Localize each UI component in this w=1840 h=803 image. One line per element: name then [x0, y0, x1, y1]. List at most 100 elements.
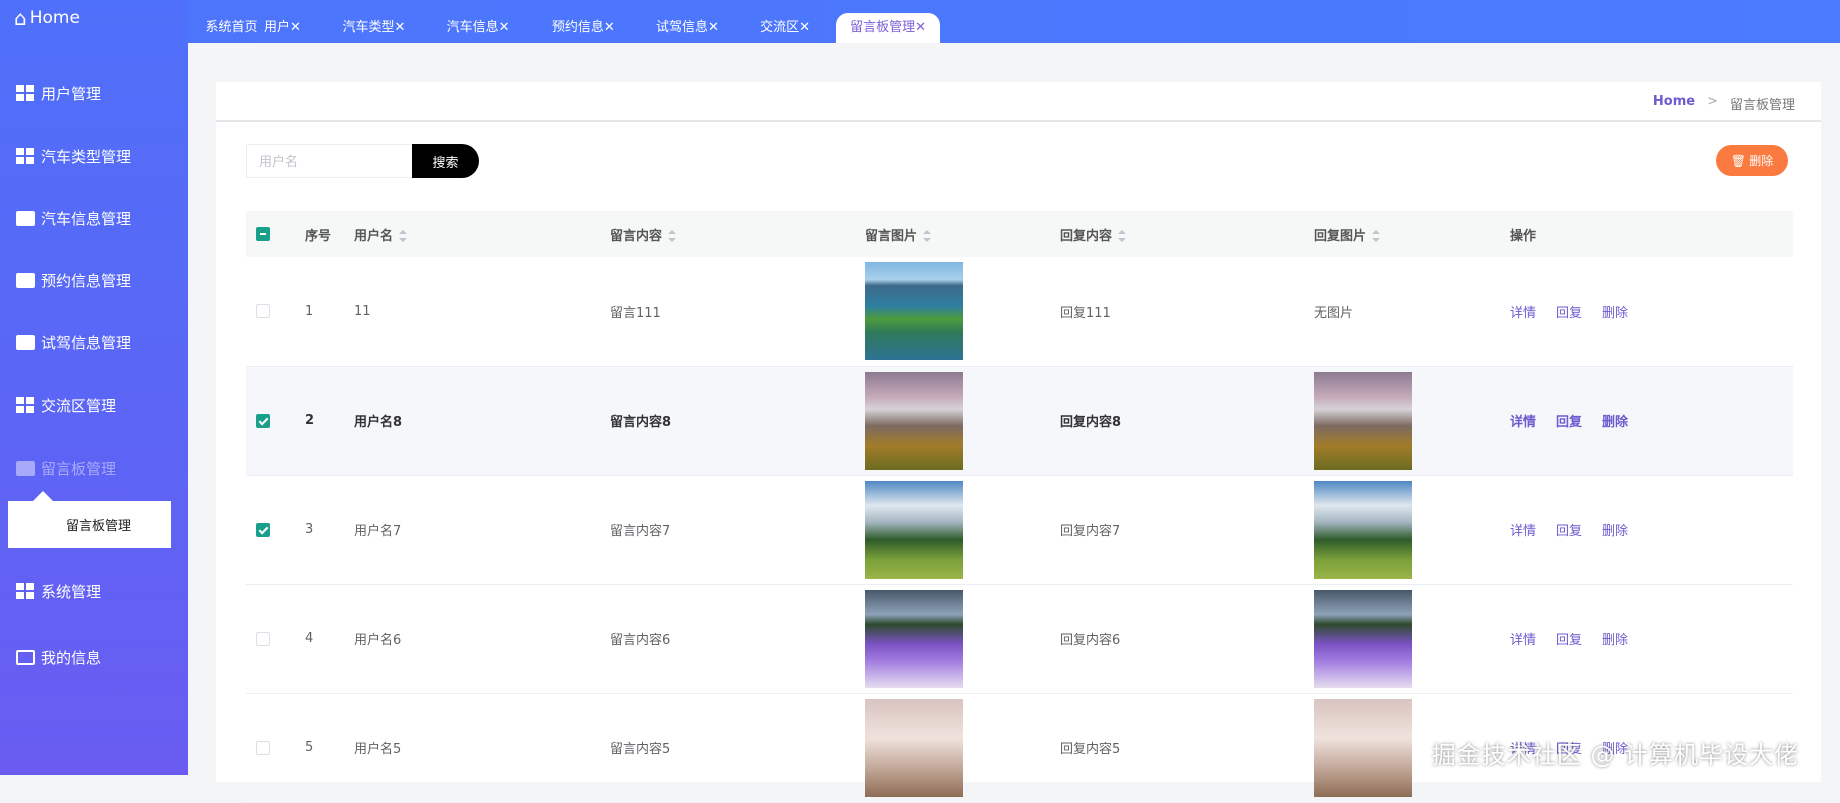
message-content-cell: 留言内容5 — [610, 742, 671, 757]
sidebar-item-6[interactable]: 留言板管理 — [16, 458, 116, 479]
select-all-checkbox[interactable] — [256, 227, 270, 241]
sidebar-item-label: 用户管理 — [41, 85, 102, 103]
sort-icon[interactable] — [1118, 230, 1127, 242]
breadcrumb: Home > 留言板管理 — [1653, 94, 1795, 113]
tab-6[interactable]: 交流区✕ — [760, 13, 810, 43]
column-header[interactable]: 留言图片 — [855, 211, 1050, 257]
delete-link[interactable]: 删除 — [1602, 415, 1628, 430]
grid-icon — [16, 85, 35, 102]
message-content-cell: 留言111 — [610, 305, 661, 321]
reply-link[interactable]: 回复 — [1556, 633, 1582, 648]
sidebar-item-label: 系统管理 — [41, 583, 102, 601]
sidebar-item-label: 交流区管理 — [41, 397, 117, 415]
column-header[interactable]: 留言内容 — [600, 211, 855, 257]
sidebar-item-label: 汽车信息管理 — [41, 210, 132, 228]
reply-link[interactable]: 回复 — [1556, 306, 1582, 321]
row-number: 2 — [305, 413, 315, 428]
row-number: 4 — [305, 631, 314, 646]
reply-link[interactable]: 回复 — [1556, 524, 1582, 539]
sidebar-item-2[interactable]: 汽车信息管理 — [16, 208, 131, 229]
row-checkbox[interactable] — [256, 740, 270, 755]
column-header[interactable]: 回复图片 — [1304, 211, 1500, 257]
row-number: 1 — [305, 303, 314, 319]
message-image[interactable] — [865, 698, 963, 797]
bar-chart-icon — [16, 461, 35, 476]
table-row: 3 用户名7 留言内容7 回复内容7 详情 回复 删除 — [246, 475, 1793, 585]
home-logo[interactable]: ⌂ Home — [14, 6, 80, 30]
reply-link[interactable]: 回复 — [1556, 415, 1582, 430]
row-checkbox[interactable] — [256, 304, 270, 319]
sidebar-item-label: 汽车类型管理 — [41, 148, 132, 166]
sidebar-item-3[interactable]: 预约信息管理 — [16, 270, 131, 291]
row-checkbox[interactable] — [256, 631, 270, 646]
message-image[interactable] — [865, 480, 963, 579]
message-content-cell: 留言内容6 — [610, 633, 671, 648]
reply-image[interactable] — [1314, 698, 1412, 797]
delete-link[interactable]: 删除 — [1602, 524, 1628, 539]
breadcrumb-separator: > — [1707, 94, 1718, 109]
table-row: 2 用户名8 留言内容8 回复内容8 详情 回复 删除 — [246, 366, 1793, 476]
tab-1[interactable]: 用户✕ — [264, 13, 301, 43]
username-cell: 用户名7 — [354, 524, 402, 539]
username-cell: 用户名8 — [354, 415, 403, 430]
header-label: 回复图片 — [1314, 228, 1367, 244]
search-button[interactable]: 搜索 — [412, 144, 479, 178]
table-row: 4 用户名6 留言内容6 回复内容6 详情 回复 删除 — [246, 584, 1793, 694]
sidebar-item-4[interactable]: 试驾信息管理 — [16, 332, 131, 353]
sort-icon[interactable] — [1372, 230, 1381, 242]
header-label: 回复内容 — [1060, 228, 1113, 244]
row-checkbox[interactable] — [256, 522, 270, 537]
detail-link[interactable]: 详情 — [1510, 633, 1536, 648]
tab-7[interactable]: 留言板管理✕ — [836, 13, 941, 43]
submenu-item-message-board[interactable]: 留言板管理 — [8, 491, 171, 548]
tab-3[interactable]: 汽车信息✕ — [447, 13, 510, 43]
sort-icon[interactable] — [399, 230, 408, 242]
delete-link[interactable]: 删除 — [1602, 306, 1628, 321]
sort-icon[interactable] — [923, 230, 932, 242]
tab-0[interactable]: 系统首页 — [206, 13, 258, 43]
username-search-input[interactable] — [246, 144, 412, 178]
reply-image[interactable] — [1314, 589, 1412, 688]
breadcrumb-row: Home > 留言板管理 — [216, 82, 1821, 122]
breadcrumb-home[interactable]: Home — [1653, 94, 1695, 113]
sidebar-item-0[interactable]: 用户管理 — [16, 83, 101, 104]
tab-4[interactable]: 预约信息✕ — [552, 13, 615, 43]
sidebar-item-label: 留言板管理 — [41, 460, 117, 478]
sidebar-item-1[interactable]: 汽车类型管理 — [16, 146, 131, 167]
sidebar-item-label: 试驾信息管理 — [41, 334, 132, 352]
grid-icon — [16, 397, 35, 414]
no-image-text: 无图片 — [1314, 305, 1354, 321]
reply-content-cell: 回复内容8 — [1060, 415, 1122, 430]
tab-2[interactable]: 汽车类型✕ — [342, 13, 405, 43]
tab-5[interactable]: 试驾信息✕ — [656, 13, 719, 43]
row-checkbox[interactable] — [256, 413, 270, 428]
main-card: Home > 留言板管理 搜索 🗑 删除 序号用户名留言内容留言图片回复内容回复… — [216, 82, 1821, 803]
header-label: 留言内容 — [610, 228, 663, 244]
tab-bar: 系统首页 用户✕ 汽车类型✕ 汽车信息✕ 预约信息✕ 试驾信息✕ 交流区✕ 留言板管理✕ — [188, 0, 1840, 43]
batch-delete-button[interactable]: 🗑 删除 — [1716, 145, 1788, 176]
message-image[interactable] — [865, 262, 963, 361]
grid-icon — [16, 148, 35, 165]
column-header[interactable]: 回复内容 — [1050, 211, 1304, 257]
delete-link[interactable]: 删除 — [1602, 633, 1628, 648]
sort-icon[interactable] — [668, 230, 677, 242]
reply-content-cell: 回复内容5 — [1060, 742, 1121, 757]
sidebar: ⌂ Home 用户管理汽车类型管理 汽车信息管理 预约信息管理 试驾信息管理 交流区管理… — [0, 0, 188, 775]
message-image[interactable] — [865, 589, 963, 688]
sidebar-item-5[interactable]: 交流区管理 — [16, 395, 116, 416]
breadcrumb-current: 留言板管理 — [1729, 98, 1795, 113]
grid-icon — [16, 583, 35, 600]
detail-link[interactable]: 详情 — [1510, 524, 1536, 539]
detail-link[interactable]: 详情 — [1510, 415, 1536, 430]
column-header: 序号 — [295, 211, 344, 257]
detail-link[interactable]: 详情 — [1510, 306, 1536, 321]
sidebar-item-7[interactable]: 系统管理 — [16, 581, 101, 602]
reply-image[interactable] — [1314, 480, 1412, 579]
reply-image[interactable] — [1314, 371, 1412, 470]
sidebar-item-label: 预约信息管理 — [41, 272, 132, 290]
user-icon — [16, 335, 35, 350]
message-image[interactable] — [865, 371, 963, 470]
sidebar-item-8[interactable]: 我的信息 — [16, 647, 101, 668]
column-header[interactable]: 用户名 — [344, 211, 600, 257]
column-header: 操作 — [1500, 211, 1793, 257]
